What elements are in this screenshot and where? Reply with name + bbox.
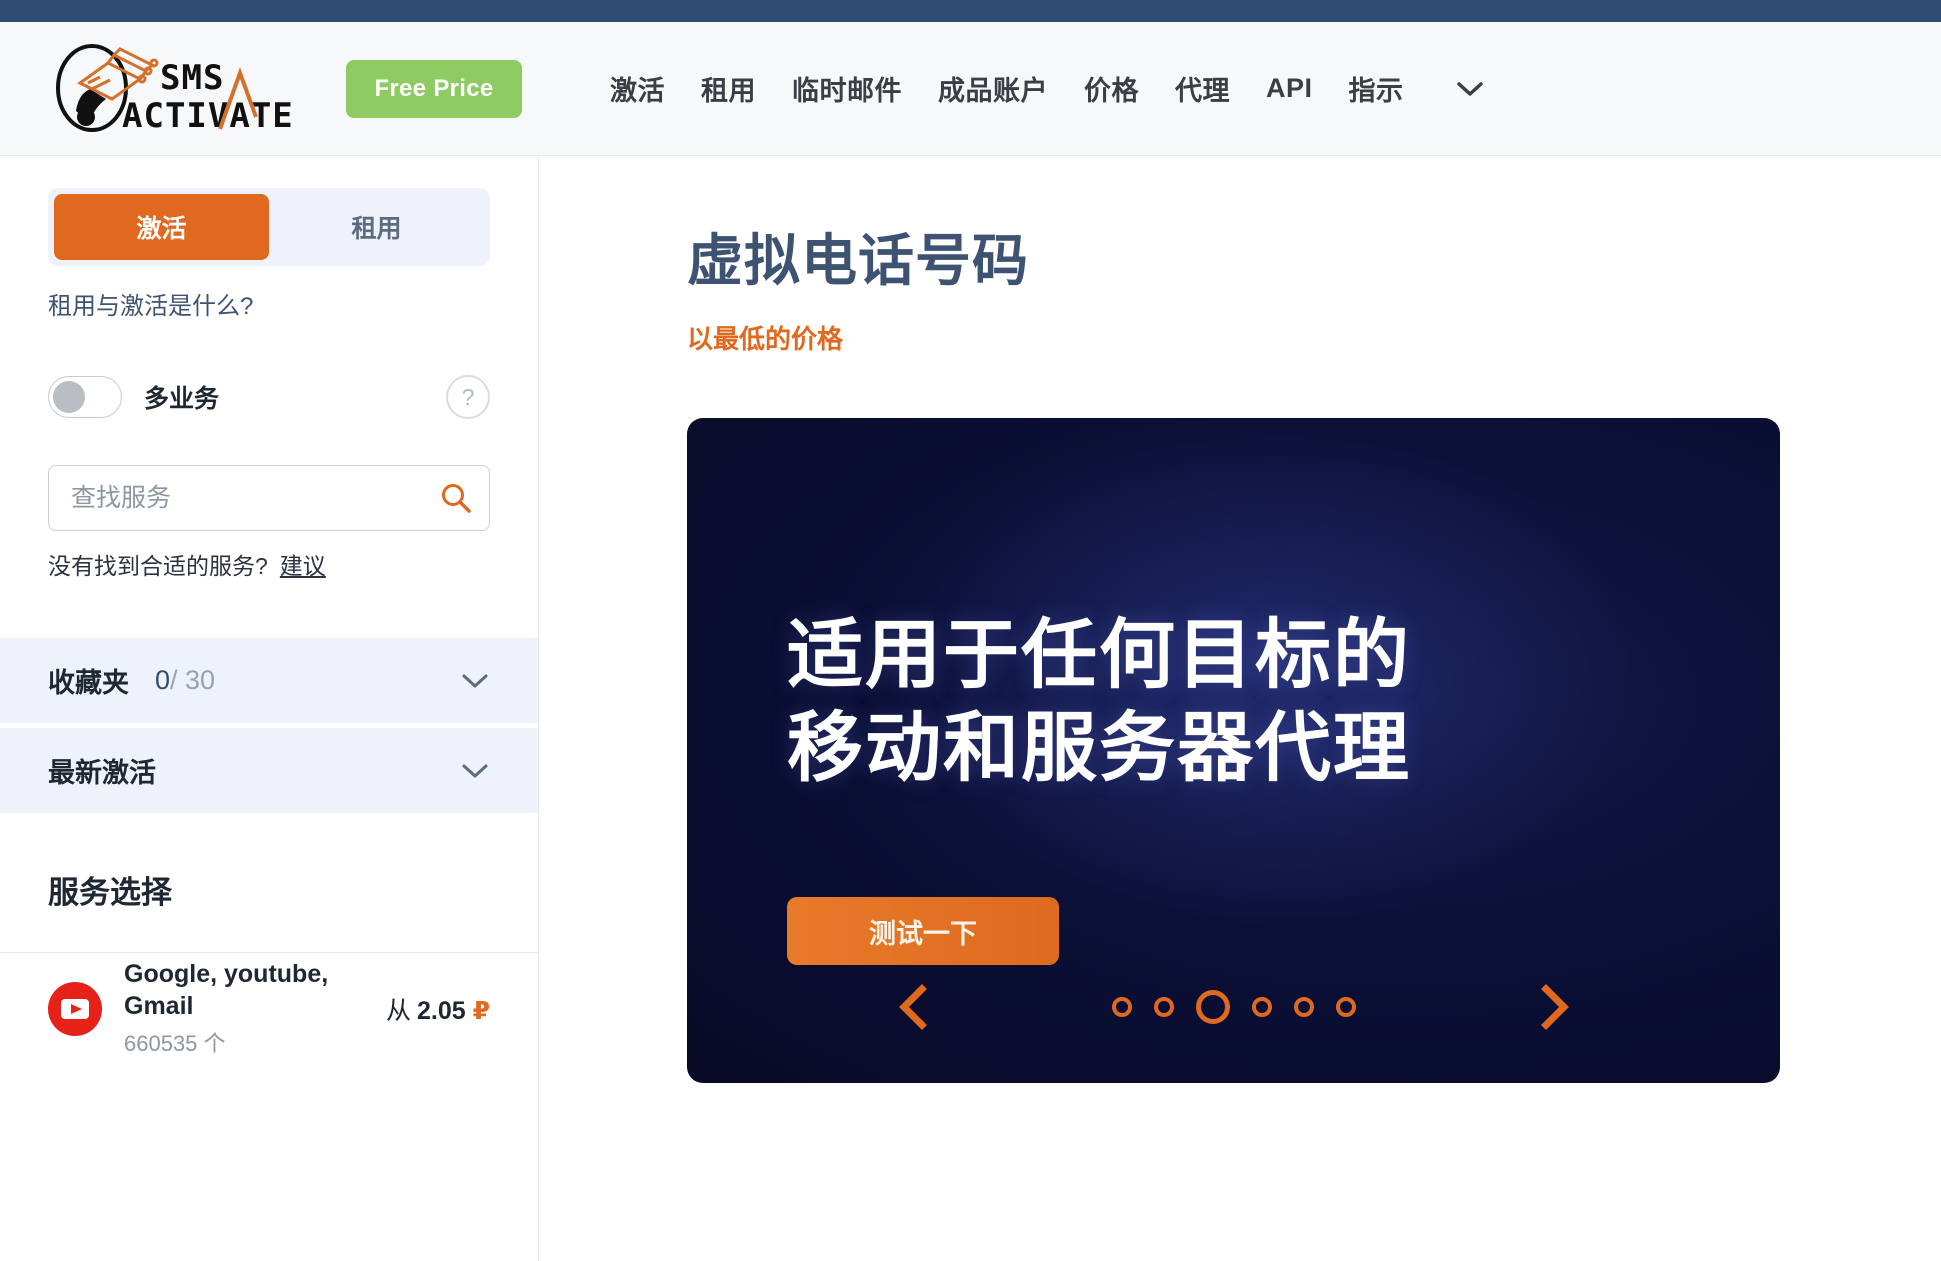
search-icon[interactable] (439, 481, 473, 515)
nav-item-ready-accounts[interactable]: 成品账户 (938, 69, 1048, 108)
main-navigation: 激活 租用 临时邮件 成品账户 价格 代理 API 指示 (610, 69, 1484, 108)
nav-item-prices[interactable]: 价格 (1084, 69, 1139, 108)
price-from-label: 从 (385, 996, 411, 1025)
banner-headline: 适用于任何目标的 移动和服务器代理 (787, 610, 1411, 795)
rent-vs-activation-link[interactable]: 租用与激活是什么? (48, 286, 490, 321)
toggle-knob (53, 381, 85, 413)
price-amount: 2.05 (416, 996, 466, 1025)
service-price: 从 2.05 ₽ (386, 991, 490, 1027)
page-body: 激活 租用 租用与激活是什么? 多业务 ? 没有找到合适的服务? 建议 (0, 156, 1941, 1261)
chevron-right-icon[interactable] (1526, 979, 1582, 1035)
page-title: 虚拟电话号码 (687, 229, 1029, 292)
svg-text:SMS: SMS (160, 58, 224, 98)
no-service-found-text: 没有找到合适的服务? (48, 553, 268, 579)
carousel-dot-active[interactable] (1195, 990, 1230, 1024)
main-content: 虚拟电话号码 以最低的价格 适用于任何目标的 移动和服务器代理 测试一下 (539, 156, 1941, 1261)
carousel-dot[interactable] (1111, 997, 1132, 1017)
chevron-left-icon[interactable] (886, 979, 942, 1035)
promo-banner[interactable]: 适用于任何目标的 移动和服务器代理 测试一下 (687, 418, 1780, 1083)
youtube-icon (48, 981, 102, 1036)
no-service-found-row: 没有找到合适的服务? 建议 (48, 547, 490, 581)
carousel-dot[interactable] (1293, 997, 1314, 1017)
list-item[interactable]: Google, youtube, Gmail 660535 个 从 2.05 ₽ (0, 952, 538, 1064)
carousel-dot[interactable] (1153, 997, 1174, 1017)
mode-tabs: 激活 租用 (48, 188, 490, 266)
multiservice-toggle[interactable] (48, 376, 122, 418)
tab-rent[interactable]: 租用 (269, 194, 484, 260)
help-icon[interactable]: ? (446, 375, 490, 419)
chevron-down-icon[interactable] (460, 761, 490, 781)
nav-item-rent[interactable]: 租用 (701, 69, 756, 108)
nav-item-temp-mail[interactable]: 临时邮件 (792, 69, 902, 108)
free-price-button[interactable]: Free Price (346, 59, 522, 118)
site-header: SMS ACTIVATE Free Price 激活 租用 临时邮件 成品账户 … (0, 22, 1941, 156)
favorites-total: / 30 (170, 665, 216, 695)
chevron-down-icon[interactable] (1456, 80, 1484, 98)
service-list: Google, youtube, Gmail 660535 个 从 2.05 ₽ (0, 952, 538, 1064)
page-subtitle: 以最低的价格 (687, 324, 844, 354)
carousel-dot[interactable] (1335, 997, 1356, 1017)
suggest-service-link[interactable]: 建议 (280, 553, 326, 579)
chevron-down-icon[interactable] (460, 671, 490, 691)
search-input[interactable] (71, 483, 439, 513)
favorites-title: 收藏夹 (48, 668, 129, 698)
service-info: Google, youtube, Gmail 660535 个 (124, 959, 386, 1058)
recent-activations-title: 最新激活 (48, 758, 156, 788)
svg-text:ACTIVATE: ACTIVATE (122, 96, 294, 136)
carousel-dot[interactable] (1251, 997, 1272, 1017)
banner-cta-button[interactable]: 测试一下 (787, 897, 1059, 965)
service-count: 660535 个 (124, 1030, 226, 1056)
favorites-section-header[interactable]: 收藏夹 0/ 30 (0, 637, 538, 723)
sms-activate-logo[interactable]: SMS ACTIVATE (48, 41, 310, 137)
banner-carousel-controls (687, 979, 1780, 1035)
service-selection-title: 服务选择 (48, 875, 172, 910)
nav-item-proxy[interactable]: 代理 (1175, 69, 1230, 108)
banner-headline-line1: 适用于任何目标的 (787, 613, 1411, 698)
price-currency: ₽ (472, 996, 490, 1025)
multiservice-row: 多业务 ? (48, 375, 490, 419)
top-accent-strip (0, 0, 1941, 22)
recent-activations-section-header[interactable]: 最新激活 (0, 727, 538, 813)
tab-activation[interactable]: 激活 (54, 194, 269, 260)
nav-item-api[interactable]: API (1266, 73, 1313, 104)
nav-item-activation[interactable]: 激活 (610, 69, 665, 108)
service-name: Google, youtube, Gmail (124, 960, 329, 1020)
favorites-current: 0 (155, 665, 171, 695)
banner-headline-line2: 移动和服务器代理 (787, 705, 1411, 791)
favorites-count: 0/ 30 (155, 665, 215, 696)
carousel-dots (1111, 990, 1356, 1024)
sidebar: 激活 租用 租用与激活是什么? 多业务 ? 没有找到合适的服务? 建议 (0, 156, 539, 1261)
nav-item-instructions[interactable]: 指示 (1349, 69, 1404, 108)
service-search-box[interactable] (48, 465, 490, 531)
multiservice-label: 多业务 (144, 385, 220, 413)
